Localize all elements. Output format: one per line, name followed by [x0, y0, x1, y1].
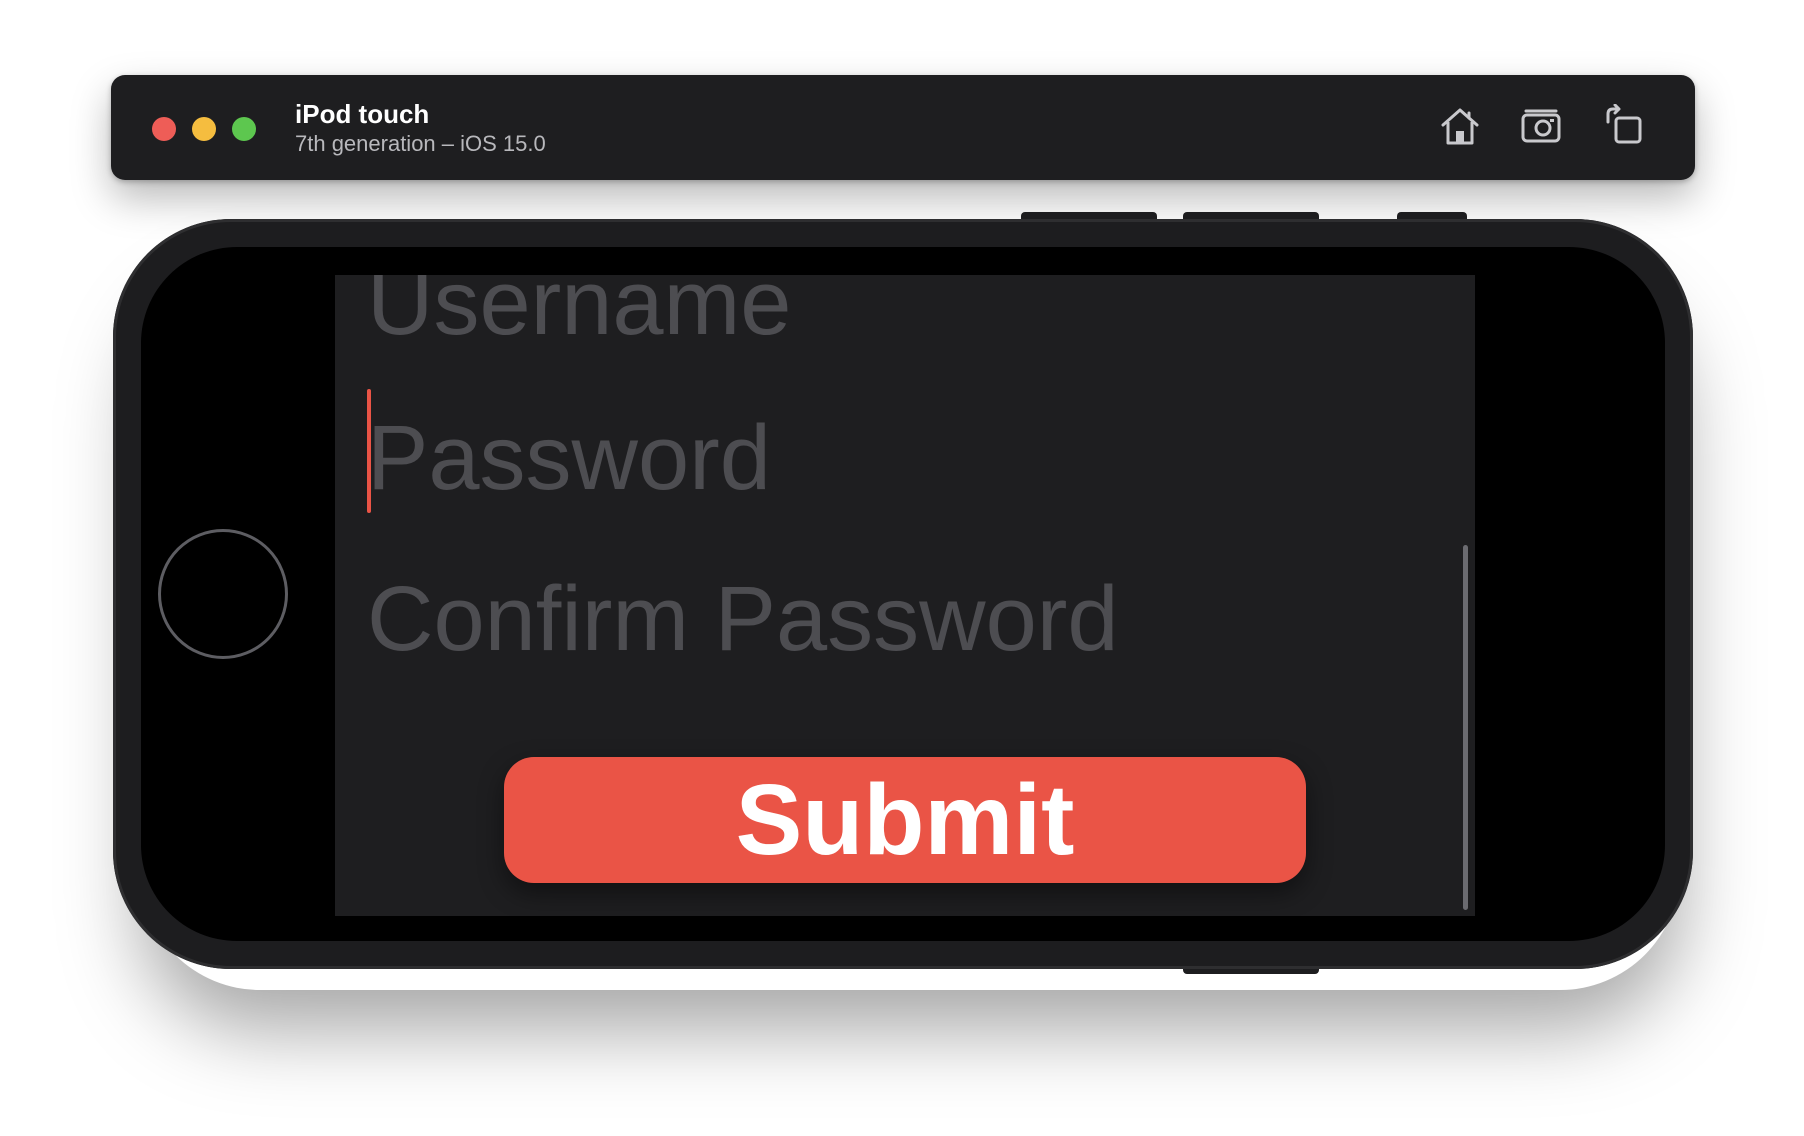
zoom-window-button[interactable]	[232, 117, 256, 141]
device-subtitle: 7th generation – iOS 15.0	[295, 131, 546, 156]
text-cursor	[367, 389, 371, 513]
camera-icon[interactable]	[1520, 104, 1564, 148]
app-screen: Username Password Confirm Password Submi…	[335, 275, 1475, 916]
confirm-password-field[interactable]: Confirm Password	[367, 573, 1119, 665]
close-window-button[interactable]	[152, 117, 176, 141]
username-field[interactable]: Username	[367, 275, 791, 349]
submit-button[interactable]: Submit	[504, 757, 1306, 883]
device-name: iPod touch	[295, 99, 430, 129]
password-field[interactable]: Password	[367, 412, 771, 504]
minimize-window-button[interactable]	[192, 117, 216, 141]
device-home-button[interactable]	[158, 529, 288, 659]
vertical-scrollbar[interactable]	[1463, 545, 1468, 910]
rotate-icon[interactable]	[1602, 103, 1646, 148]
home-icon[interactable]	[1438, 104, 1482, 148]
